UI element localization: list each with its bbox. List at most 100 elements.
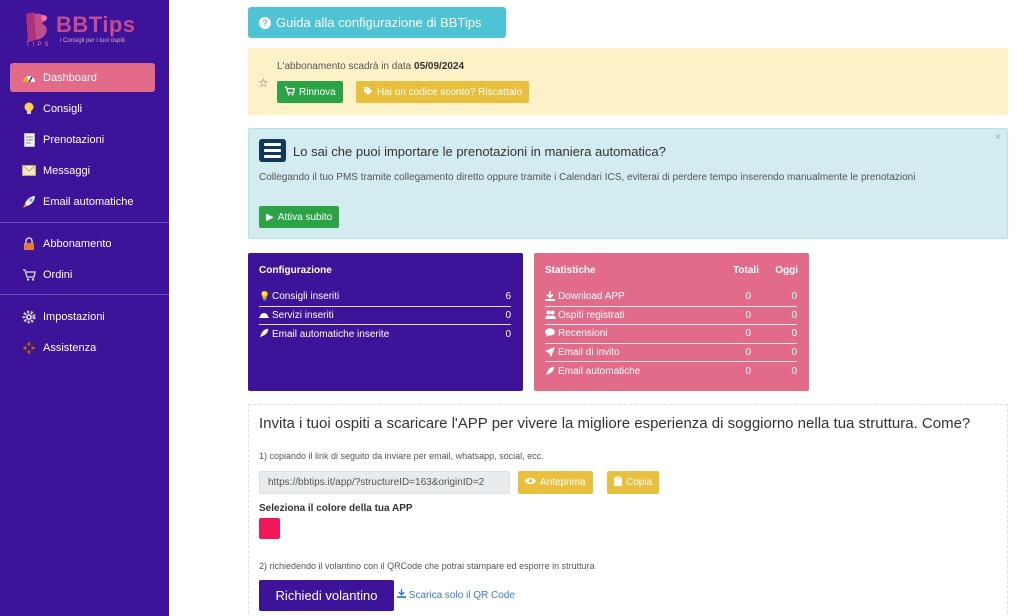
clipboard-icon [614, 475, 622, 489]
list-icon [259, 139, 286, 162]
sidebar-item-label: Ordini [43, 268, 73, 281]
sidebar-item-label: Email automatiche [43, 195, 134, 208]
brand-tips: TIPS [26, 42, 52, 48]
eye-icon [525, 477, 536, 488]
request-flyer-button[interactable]: Richiedi volantino [259, 580, 394, 611]
bell-icon [259, 310, 270, 320]
sidebar-item-label: Impostazioni [43, 310, 105, 323]
copy-label: Copia [626, 477, 653, 488]
row-value: 0 [505, 309, 511, 321]
row-value: 6 [505, 291, 511, 303]
statistics-card: Statistiche Totali Oggi Download APP 0 0… [534, 253, 809, 391]
column-header-today: Oggi [775, 265, 798, 276]
rocket-icon [21, 194, 37, 210]
send-icon [545, 346, 556, 359]
statistics-list: Download APP 0 0 Ospiti registrati 0 0 R… [545, 288, 797, 381]
subscription-text: L'abbonamento scadrà in data [277, 61, 412, 72]
statistics-card-title: Statistiche [545, 265, 596, 276]
row-total: 0 [745, 309, 751, 321]
subscription-message: L'abbonamento scadrà in data 05/09/2024 [277, 61, 464, 72]
brand-tagline: i Consigli per i tuoi ospiti [60, 38, 125, 44]
envelope-icon [21, 163, 37, 179]
configuration-guide-button[interactable]: ? Guida alla configurazione di BBTips [248, 7, 506, 38]
row-today: 0 [791, 291, 797, 303]
list-item: Download APP 0 0 [545, 288, 797, 307]
brand-name: BBTips [56, 12, 136, 37]
redeem-discount-label: Hai un codice sconto? Riscattalo [377, 86, 523, 98]
list-item: Email di invito 0 0 [545, 344, 797, 363]
sidebar-nav-settings: Impostazioni Assistenza [0, 302, 169, 364]
configuration-list: 💡 Consigli inseriti 6 Servizi inseriti 0… [259, 288, 511, 344]
gear-icon [21, 309, 37, 325]
sidebar-item-assistenza[interactable]: Assistenza [10, 333, 155, 362]
invite-title: Invita i tuoi ospiti a scaricare l'APP p… [259, 415, 971, 432]
preview-label: Anteprima [540, 477, 586, 488]
cart-icon [284, 85, 295, 99]
list-item: Recensioni 0 0 [545, 325, 797, 344]
sidebar-item-abbonamento[interactable]: Abbonamento [10, 229, 155, 258]
tag-icon [363, 86, 373, 99]
sidebar-item-consigli[interactable]: Consigli [10, 94, 155, 123]
document-icon [21, 132, 37, 148]
invite-step-1: 1) copiando il link di seguito da inviar… [259, 451, 544, 461]
lightbulb-icon: 💡 [259, 291, 271, 302]
download-icon [397, 589, 409, 601]
subscription-expiry-date: 05/09/2024 [414, 61, 465, 72]
row-label: Ospiti registrati [558, 309, 625, 321]
import-alert-body: Collegando il tuo PMS tramite collegamen… [259, 172, 916, 183]
row-label: Email automatiche inserite [272, 328, 390, 340]
activate-now-button[interactable]: ▶ Attiva subito [259, 206, 340, 228]
row-label: Email di invito [558, 347, 620, 359]
sidebar-item-prenotazioni[interactable]: Prenotazioni [10, 125, 155, 154]
rocket-icon [259, 328, 270, 340]
configuration-card: Configurazione 💡 Consigli inseriti 6 Ser… [248, 253, 523, 391]
app-color-label: Seleziona il colore della tua APP [259, 503, 413, 514]
download-qr-link[interactable]: Scarica solo il QR Code [397, 589, 515, 601]
sidebar-nav: Dashboard Consigli Prenotazioni Messaggi… [0, 63, 169, 218]
sidebar: BBTips i Consigli per i tuoi ospiti TIPS… [0, 0, 169, 616]
sidebar-item-label: Assistenza [43, 341, 97, 354]
support-icon [21, 340, 37, 356]
row-today: 0 [791, 347, 797, 359]
row-total: 0 [745, 328, 751, 340]
lightbulb-icon [21, 101, 37, 117]
sidebar-item-email-automatiche[interactable]: Email automatiche [10, 187, 155, 216]
question-icon: ? [259, 16, 271, 29]
sidebar-item-dashboard[interactable]: Dashboard [10, 63, 155, 92]
column-header-total: Totali [733, 265, 759, 276]
list-item: 💡 Consigli inseriti 6 [259, 288, 511, 307]
star-icon[interactable]: ☆ [258, 76, 269, 90]
sidebar-item-messaggi[interactable]: Messaggi [10, 156, 155, 185]
row-label: Servizi inseriti [272, 309, 334, 321]
row-total: 0 [745, 291, 751, 303]
close-icon[interactable]: × [995, 132, 1001, 143]
sidebar-item-label: Prenotazioni [43, 133, 105, 146]
invite-step-2: 2) richiedendo il volantino con il QRCod… [259, 561, 595, 571]
sidebar-divider [0, 222, 169, 223]
comment-icon [545, 328, 556, 339]
list-item: Email automatiche inserite 0 [259, 325, 511, 344]
download-icon [545, 290, 556, 303]
app-color-swatch[interactable] [259, 518, 280, 539]
activate-now-label: Attiva subito [277, 211, 333, 223]
app-link-field[interactable]: https://bbtips.it/app/?structureID=163&o… [259, 471, 510, 494]
preview-button[interactable]: Anteprima [518, 471, 593, 494]
row-label: Email automatiche [558, 366, 641, 378]
rocket-icon [545, 366, 556, 378]
sidebar-item-impostazioni[interactable]: Impostazioni [10, 302, 155, 331]
renew-button[interactable]: Rinnova [277, 81, 343, 103]
row-label: Download APP [558, 291, 625, 303]
row-today: 0 [791, 309, 797, 321]
row-today: 0 [791, 328, 797, 340]
sidebar-item-label: Consigli [43, 102, 83, 115]
row-value: 0 [505, 328, 511, 340]
sidebar-item-label: Abbonamento [43, 237, 112, 250]
sidebar-item-ordini[interactable]: Ordini [10, 260, 155, 289]
list-item: Email automatiche 0 0 [545, 362, 797, 381]
list-item: Ospiti registrati 0 0 [545, 307, 797, 326]
brand-logo[interactable]: BBTips i Consigli per i tuoi ospiti TIPS [22, 8, 162, 48]
logo-mark-icon [26, 12, 47, 42]
copy-button[interactable]: Copia [607, 471, 660, 494]
sidebar-divider [0, 294, 169, 295]
redeem-discount-button[interactable]: Hai un codice sconto? Riscattalo [356, 81, 530, 103]
